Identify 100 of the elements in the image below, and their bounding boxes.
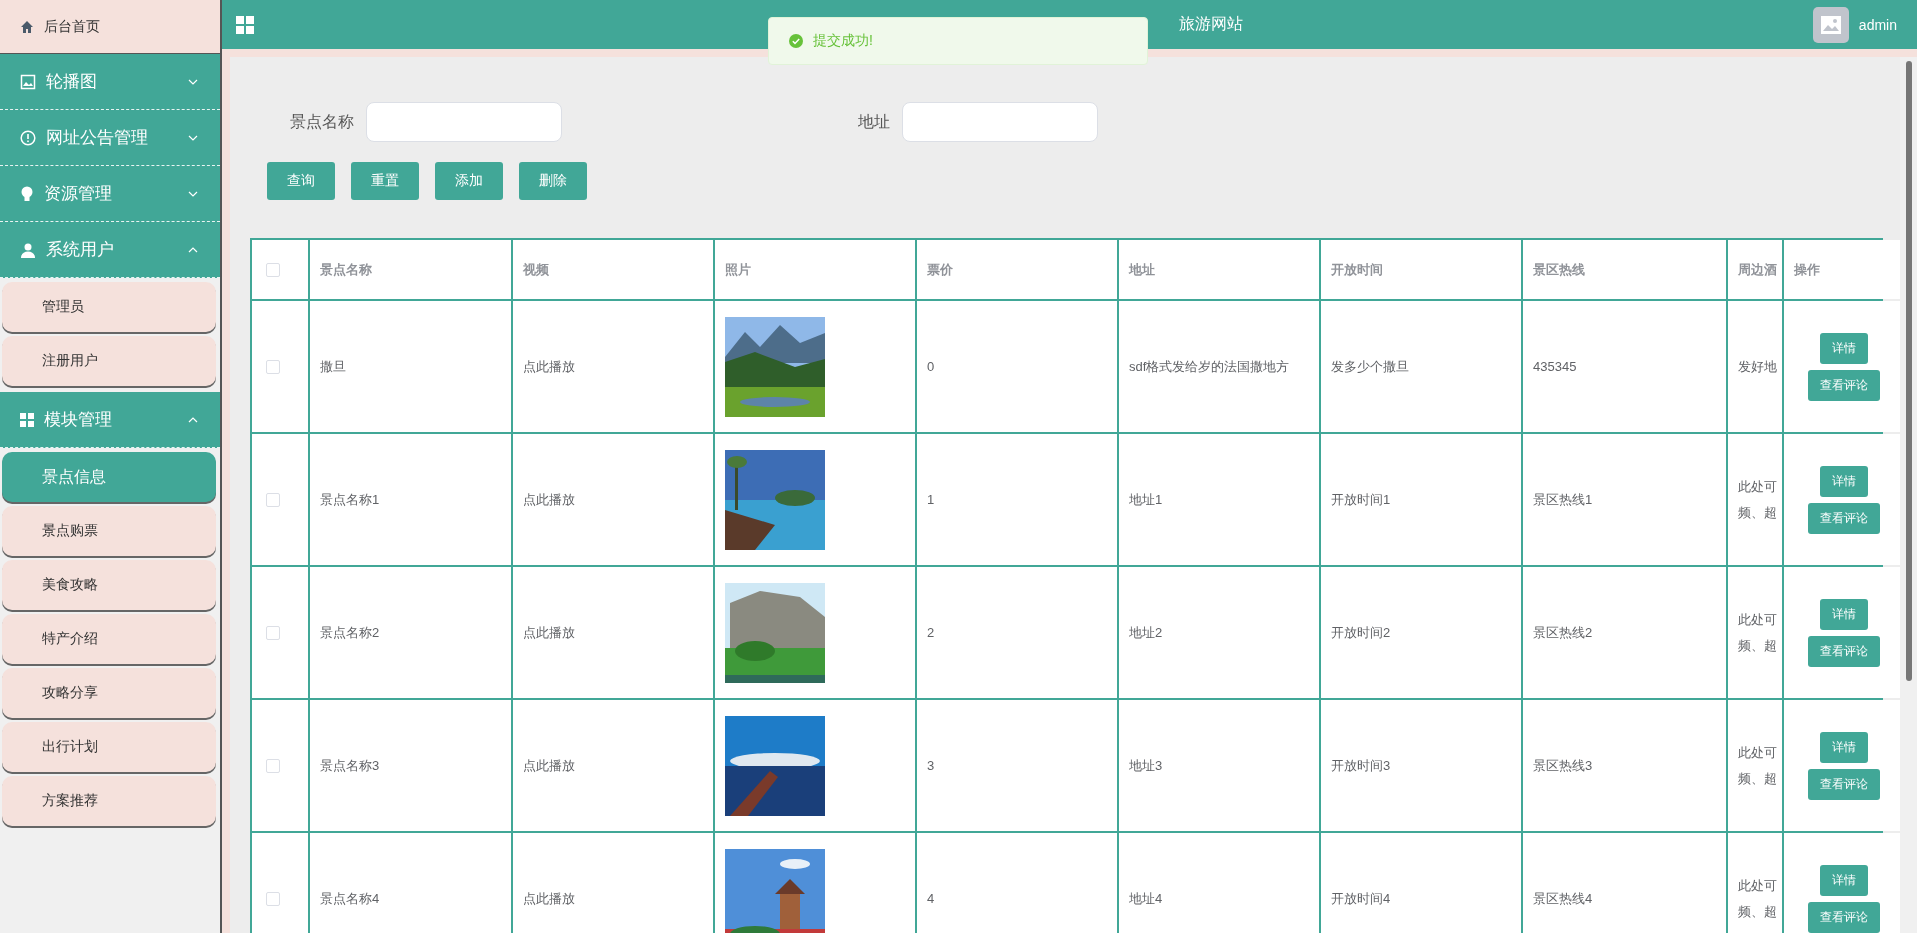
checkbox[interactable]: [266, 758, 280, 773]
table-cell: 地址3: [1129, 756, 1163, 775]
comments-button[interactable]: 查看评论: [1807, 502, 1880, 534]
table-cell: 地址4: [1129, 889, 1163, 908]
home-icon: [20, 19, 34, 34]
grid-icon: [20, 412, 34, 427]
play-link[interactable]: 点此播放: [523, 357, 575, 376]
column-header: 地址: [1129, 260, 1155, 279]
success-toast: 提交成功!: [768, 17, 1148, 65]
action-button[interactable]: 重置: [351, 162, 419, 200]
details-button[interactable]: 详情: [1819, 332, 1868, 364]
action-button[interactable]: 删除: [519, 162, 587, 200]
user-name: admin: [1858, 16, 1897, 33]
sidebar-item[interactable]: 方案推荐: [2, 776, 216, 826]
table-cell: 此处可: [1738, 610, 1777, 629]
column-header: 票价: [927, 260, 953, 279]
table-cell: 频、超: [1738, 902, 1777, 921]
details-button[interactable]: 详情: [1819, 731, 1868, 763]
table-cell: 发多少个撒旦: [1331, 357, 1409, 376]
sidebar-item[interactable]: 管理员: [2, 282, 216, 332]
play-link[interactable]: 点此播放: [523, 623, 575, 642]
table-cell: 2: [927, 625, 935, 640]
column-header: 操作: [1794, 260, 1820, 279]
image-icon: [1820, 15, 1841, 34]
sidebar-item[interactable]: 后台首页: [0, 0, 220, 54]
table-cell: 景区热线3: [1533, 756, 1593, 775]
table-cell: 此处可: [1738, 876, 1777, 895]
action-button[interactable]: 添加: [435, 162, 503, 200]
table-cell: 景区热线1: [1533, 490, 1593, 509]
sidebar-item[interactable]: 景点信息: [2, 452, 216, 502]
sidebar-item[interactable]: 美食攻略: [2, 560, 216, 610]
menu-group[interactable]: 网址公告管理: [0, 110, 220, 166]
chevron-down-icon: [188, 190, 198, 197]
chevron-down-icon: [188, 134, 198, 141]
sidebar-item[interactable]: 特产介绍: [2, 614, 216, 664]
chevron-up-icon: [188, 246, 198, 253]
play-link[interactable]: 点此播放: [523, 889, 575, 908]
table-cell: 景点名称4: [320, 889, 380, 908]
comments-button[interactable]: 查看评论: [1807, 768, 1880, 800]
chevron-down-icon: [188, 78, 198, 85]
comments-button[interactable]: 查看评论: [1807, 369, 1880, 401]
column-header: 视频: [523, 260, 549, 279]
comments-button[interactable]: 查看评论: [1807, 635, 1880, 667]
sidebar-item[interactable]: 注册用户: [2, 336, 216, 386]
column-header: 周边酒: [1738, 260, 1777, 279]
details-button[interactable]: 详情: [1819, 598, 1868, 630]
table-cell: sdf格式发给岁的法国撒地方: [1129, 357, 1290, 376]
chevron-up-icon: [188, 416, 198, 423]
search-field[interactable]: [366, 102, 562, 142]
menu-group[interactable]: 轮播图: [0, 54, 220, 110]
table-cell: 4: [927, 891, 935, 906]
site-title: 旅游网站: [1179, 14, 1243, 34]
avatar[interactable]: [1812, 6, 1849, 43]
sidebar-item[interactable]: 攻略分享: [2, 668, 216, 718]
details-button[interactable]: 详情: [1819, 465, 1868, 497]
table-cell: 此处可: [1738, 743, 1777, 762]
column-header: 开放时间: [1331, 260, 1383, 279]
menu-group[interactable]: 系统用户: [0, 222, 220, 278]
details-button[interactable]: 详情: [1819, 864, 1868, 896]
comments-button[interactable]: 查看评论: [1807, 901, 1880, 933]
checkbox[interactable]: [266, 262, 280, 277]
table-cell: 景点名称3: [320, 756, 380, 775]
table-cell: 频、超: [1738, 769, 1777, 788]
column-header: 景区热线: [1533, 260, 1585, 279]
image-icon: [20, 73, 36, 90]
checkbox[interactable]: [266, 359, 280, 374]
scrollbar-thumb[interactable]: [1905, 61, 1912, 681]
table-cell: 频、超: [1738, 503, 1777, 522]
menu-group[interactable]: 模块管理: [0, 392, 220, 448]
table-cell: 开放时间1: [1331, 490, 1391, 509]
table-cell: 景点名称1: [320, 490, 380, 509]
bulb-icon: [20, 185, 34, 202]
play-link[interactable]: 点此播放: [523, 490, 575, 509]
checkbox[interactable]: [266, 492, 280, 507]
table-cell: 频、超: [1738, 636, 1777, 655]
table-cell: 发好地: [1738, 357, 1777, 376]
table-cell: 此处可: [1738, 477, 1777, 496]
user-icon: [20, 241, 36, 258]
menu-group[interactable]: 资源管理: [0, 166, 220, 222]
table-cell: 地址2: [1129, 623, 1163, 642]
checkbox[interactable]: [266, 891, 280, 906]
search-field[interactable]: [902, 102, 1098, 142]
info-icon: [20, 129, 36, 146]
grid-icon[interactable]: [236, 15, 254, 34]
table-cell: 地址1: [1129, 490, 1163, 509]
table-cell: 开放时间3: [1331, 756, 1391, 775]
column-header: 景点名称: [320, 260, 372, 279]
play-link[interactable]: 点此播放: [523, 756, 575, 775]
checkbox[interactable]: [266, 625, 280, 640]
action-button[interactable]: 查询: [267, 162, 335, 200]
table-cell: 0: [927, 359, 935, 374]
check-circle-icon: [789, 34, 803, 48]
table-cell: 435345: [1533, 359, 1577, 374]
sidebar-item[interactable]: 景点购票: [2, 506, 216, 556]
table-cell: 开放时间2: [1331, 623, 1391, 642]
table-cell: 景点名称2: [320, 623, 380, 642]
sidebar-item[interactable]: 出行计划: [2, 722, 216, 772]
table-cell: 开放时间4: [1331, 889, 1391, 908]
table-cell: 3: [927, 758, 935, 773]
field-label: 景点名称: [289, 111, 355, 132]
